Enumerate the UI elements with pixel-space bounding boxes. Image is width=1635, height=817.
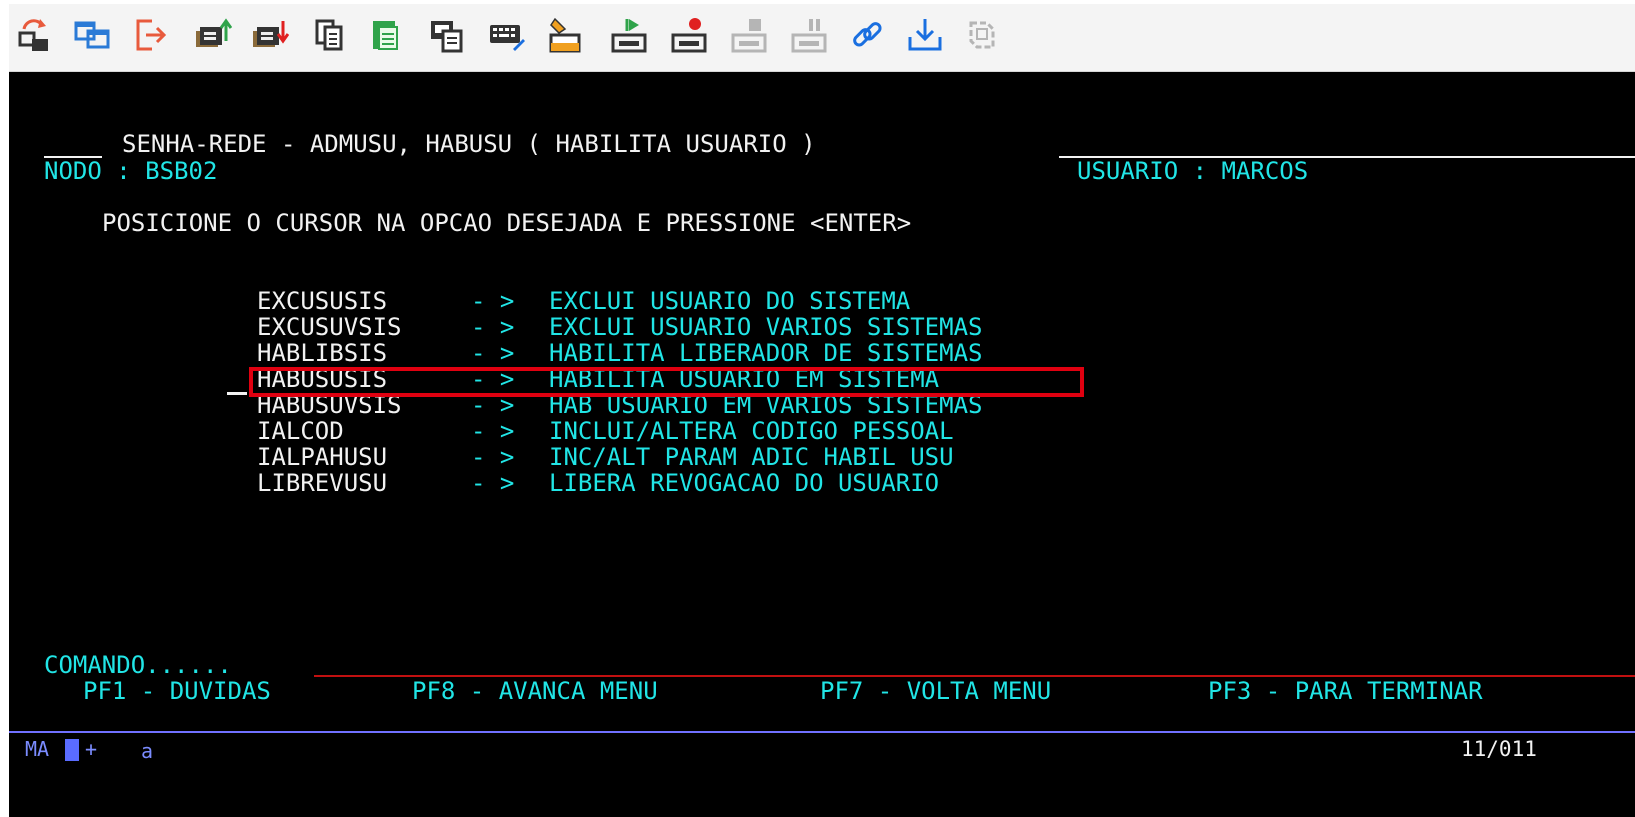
refresh-icon[interactable] xyxy=(963,15,1003,55)
pf1-help-key[interactable]: PF1 - DUVIDAS xyxy=(83,678,271,705)
paste-icon[interactable] xyxy=(367,15,407,55)
menu-item-code: EXCUSUSIS xyxy=(257,287,388,315)
screen-title: SENHA-REDE - ADMUSU, HABUSU ( HABILITA U… xyxy=(122,130,816,158)
instruction-text: POSICIONE O CURSOR NA OPCAO DESEJADA E P… xyxy=(102,209,912,237)
menu-item-description: INCLUI/ALTERA CODIGO PESSOAL xyxy=(549,417,954,445)
menu-item-description: EXCLUI USUARIO VARIOS SISTEMAS xyxy=(549,313,983,341)
new-session-icon[interactable] xyxy=(72,15,112,55)
download-icon[interactable] xyxy=(905,15,945,55)
menu-item-arrow: - > xyxy=(471,469,515,497)
menu-item-description: EXCLUI USUARIO DO SISTEMA xyxy=(549,287,911,315)
menu-item-arrow: - > xyxy=(471,313,515,341)
receive-file-icon[interactable] xyxy=(249,15,289,55)
send-file-icon[interactable] xyxy=(192,15,232,55)
command-label: COMANDO...... xyxy=(44,651,232,679)
menu-item-code: EXCUSUVSIS xyxy=(257,313,402,341)
status-cursor-position: 11/011 xyxy=(1461,737,1537,761)
play-macro-icon[interactable] xyxy=(609,15,649,55)
record-macro-icon[interactable] xyxy=(669,15,709,55)
clear-screen-icon[interactable] xyxy=(545,15,585,55)
stop-macro-icon[interactable] xyxy=(729,15,769,55)
pf3-exit-key[interactable]: PF3 - PARA TERMINAR xyxy=(1208,678,1483,705)
menu-item-code: LIBREVUSU xyxy=(257,469,388,497)
copy-append-icon[interactable] xyxy=(427,15,467,55)
pf8-next-menu-key[interactable]: PF8 - AVANCA MENU xyxy=(412,678,658,705)
status-plus: + xyxy=(85,737,98,761)
status-mode: MA xyxy=(25,737,50,761)
disconnect-icon[interactable] xyxy=(130,15,170,55)
menu-item-code: IALPAHUSU xyxy=(257,443,388,471)
selected-option-highlight xyxy=(249,367,1084,397)
toolbar xyxy=(9,4,1635,72)
menu-item-arrow: - > xyxy=(471,443,515,471)
keyboard-map-icon[interactable] xyxy=(487,15,527,55)
user-label: USUARIO : MARCOS xyxy=(1077,157,1309,185)
pause-macro-icon[interactable] xyxy=(789,15,829,55)
menu-item-arrow: - > xyxy=(471,287,515,315)
menu-item-description: LIBERA REVOGACAO DO USUARIO xyxy=(549,469,940,497)
status-session: a xyxy=(141,739,154,763)
menu-item-arrow: - > xyxy=(471,339,515,367)
menu-item-code: IALCOD xyxy=(257,417,344,445)
copy-icon[interactable] xyxy=(309,15,349,55)
menu-item-arrow: - > xyxy=(471,417,515,445)
reconnect-session-icon[interactable] xyxy=(14,15,54,55)
terminal-screen[interactable]: SENHA-REDE - ADMUSU, HABUSU ( HABILITA U… xyxy=(9,72,1635,817)
menu-item-code: HABLIBSIS xyxy=(257,339,388,367)
node-label: NODO : BSB02 xyxy=(44,157,218,185)
status-cursor-block xyxy=(65,739,79,761)
link-icon[interactable] xyxy=(847,15,887,55)
selection-cursor xyxy=(227,392,247,395)
menu-item-description: INC/ALT PARAM ADIC HABIL USU xyxy=(549,443,954,471)
pf7-previous-menu-key[interactable]: PF7 - VOLTA MENU xyxy=(820,678,1051,705)
status-divider xyxy=(9,731,1635,733)
menu-item-description: HABILITA LIBERADOR DE SISTEMAS xyxy=(549,339,983,367)
